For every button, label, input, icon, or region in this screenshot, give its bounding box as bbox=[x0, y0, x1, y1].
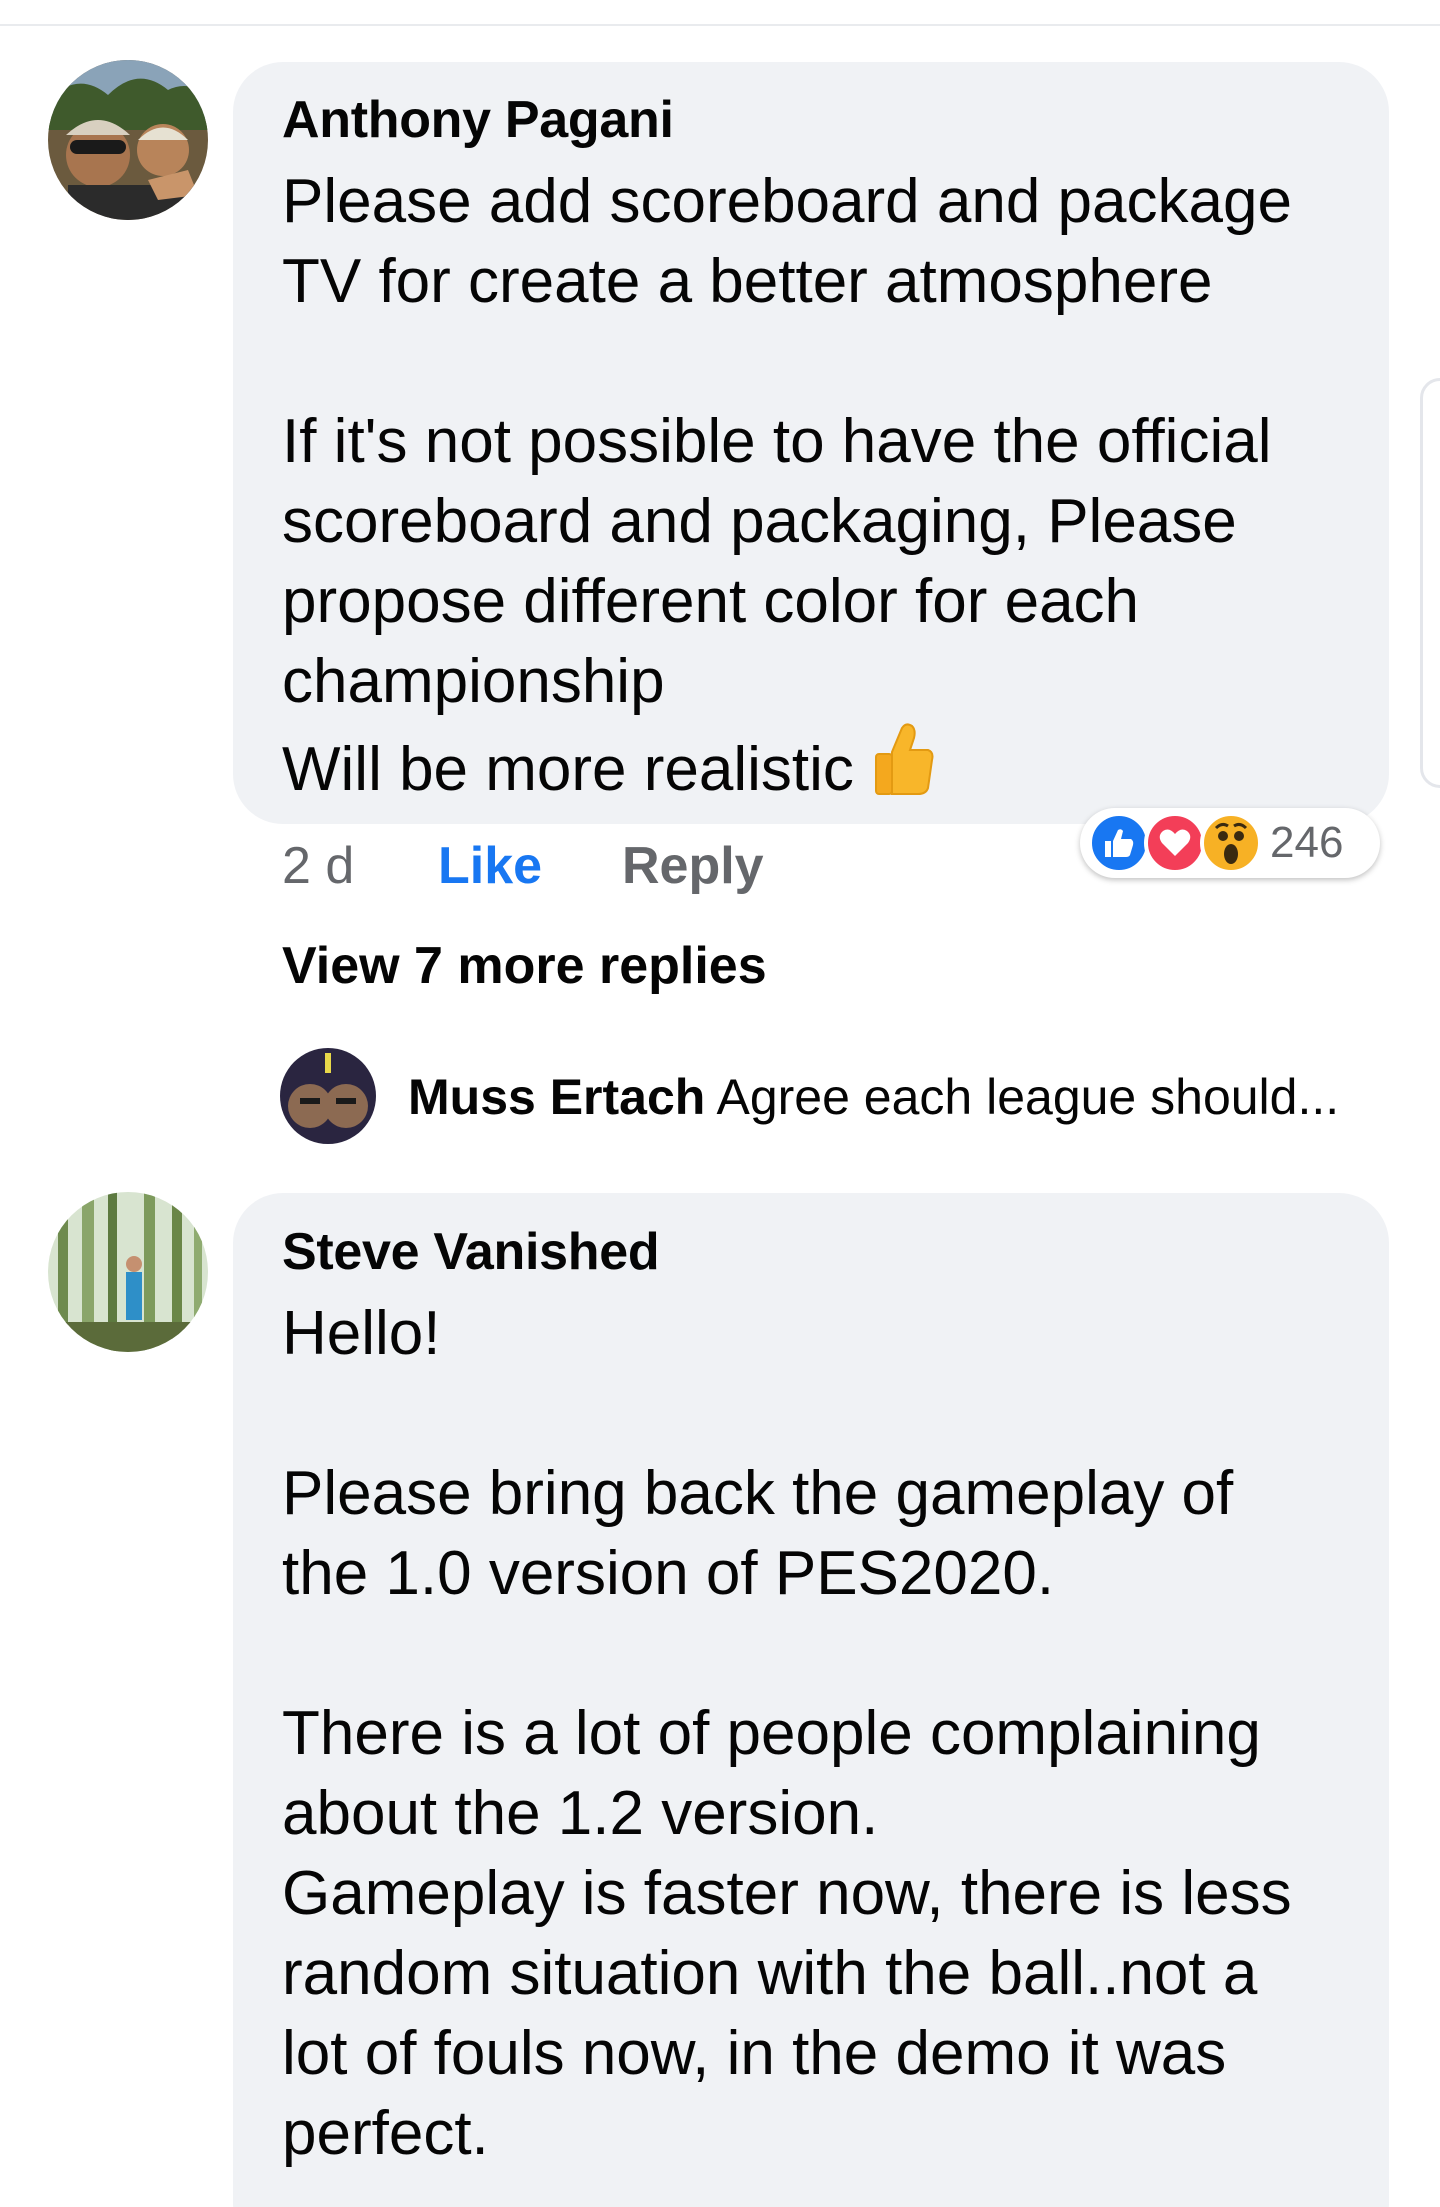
reply-snippet: Agree each league should... bbox=[716, 1069, 1340, 1125]
comment-author[interactable]: Anthony Pagani bbox=[282, 90, 674, 150]
love-reaction-icon bbox=[1144, 812, 1206, 874]
scrollbar[interactable] bbox=[1420, 378, 1440, 788]
avatar-steve-vanished[interactable] bbox=[48, 1192, 208, 1352]
reaction-count: 246 bbox=[1270, 818, 1344, 867]
reply-author[interactable]: Muss Ertach bbox=[408, 1069, 705, 1125]
comment-author[interactable]: Steve Vanished bbox=[282, 1222, 660, 1282]
comment-body: Hello! Please bring back the gameplay of… bbox=[282, 1299, 1292, 2168]
thumbs-up-icon bbox=[872, 722, 934, 818]
comment-text: Please add scoreboard and package TV for… bbox=[282, 162, 1402, 818]
avatar-anthony-pagani[interactable] bbox=[48, 60, 208, 220]
like-button[interactable]: Like bbox=[438, 836, 542, 896]
view-more-replies-link[interactable]: View 7 more replies bbox=[282, 936, 767, 996]
reactions-summary[interactable]: 246 bbox=[1080, 808, 1380, 878]
divider bbox=[0, 24, 1440, 26]
like-reaction-icon bbox=[1088, 812, 1150, 874]
comments-page: Anthony Pagani Please add scoreboard and… bbox=[0, 0, 1440, 2207]
avatar-muss-ertach[interactable] bbox=[280, 1048, 376, 1144]
wow-reaction-icon bbox=[1200, 812, 1262, 874]
comment-body: Please add scoreboard and package TV for… bbox=[282, 167, 1292, 804]
reply-preview[interactable]: Muss Ertach Agree each league should... bbox=[408, 1068, 1339, 1126]
reply-button[interactable]: Reply bbox=[622, 836, 764, 896]
comment-timestamp: 2 d bbox=[282, 837, 355, 895]
